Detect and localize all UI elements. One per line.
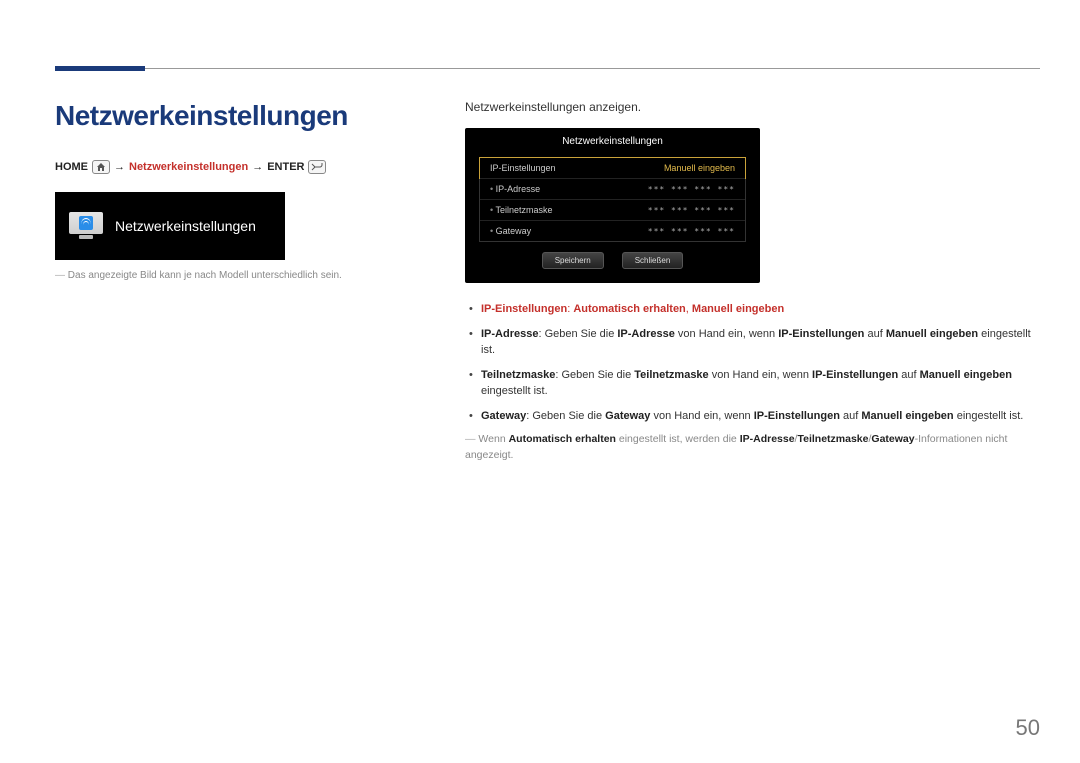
- page-number: 50: [1016, 715, 1040, 741]
- network-monitor-icon: [69, 212, 103, 240]
- breadcrumb-arrow: →: [252, 161, 263, 173]
- page-title: Netzwerkeinstellungen: [55, 100, 425, 132]
- panel-row-label: Gateway: [490, 226, 531, 236]
- page-content: Netzwerkeinstellungen HOME → Netzwerkein…: [55, 100, 1040, 464]
- option: Manuell eingeben: [692, 303, 784, 315]
- description-list: IP-Einstellungen: Automatisch erhalten, …: [465, 301, 1040, 424]
- term: IP-Einstellungen: [481, 303, 567, 315]
- breadcrumb: HOME → Netzwerkeinstellungen → ENTER: [55, 160, 425, 174]
- panel-title: Netzwerkeinstellungen: [465, 136, 760, 153]
- panel-row-label: Teilnetzmaske: [490, 205, 553, 215]
- intro-text: Netzwerkeinstellungen anzeigen.: [465, 100, 1040, 114]
- panel-row-label: IP-Einstellungen: [490, 163, 556, 173]
- list-item: IP-Einstellungen: Automatisch erhalten, …: [465, 301, 1040, 318]
- panel-row-value: *** *** *** ***: [648, 206, 735, 215]
- enter-icon: [308, 160, 326, 174]
- panel-row-ip-settings[interactable]: IP-Einstellungen Manuell eingeben: [479, 157, 746, 179]
- panel-row-value: *** *** *** ***: [648, 227, 735, 236]
- panel-row-subnet[interactable]: Teilnetzmaske *** *** *** ***: [480, 199, 745, 220]
- panel-row-gateway[interactable]: Gateway *** *** *** ***: [480, 220, 745, 241]
- breadcrumb-enter: ENTER: [267, 161, 304, 173]
- section-accent-bar: [55, 66, 145, 71]
- breadcrumb-arrow: →: [114, 161, 125, 173]
- left-footnote: Das angezeigte Bild kann je nach Modell …: [55, 270, 425, 281]
- option: Automatisch erhalten: [573, 303, 685, 315]
- settings-panel: Netzwerkeinstellungen IP-Einstellungen M…: [465, 128, 760, 283]
- list-item: Gateway: Geben Sie die Gateway von Hand …: [465, 408, 1040, 425]
- left-column: Netzwerkeinstellungen HOME → Netzwerkein…: [55, 100, 425, 464]
- term: Gateway: [481, 410, 526, 422]
- top-rule: [55, 68, 1040, 69]
- panel-box: IP-Einstellungen Manuell eingeben IP-Adr…: [479, 157, 746, 242]
- panel-row-value: *** *** *** ***: [648, 185, 735, 194]
- breadcrumb-home: HOME: [55, 161, 88, 173]
- home-icon: [92, 160, 110, 174]
- panel-buttons: Speichern Schließen: [465, 252, 760, 269]
- menu-tile: Netzwerkeinstellungen: [55, 192, 285, 260]
- note-text: Wenn Automatisch erhalten eingestellt is…: [465, 432, 1040, 464]
- panel-row-label: IP-Adresse: [490, 184, 540, 194]
- save-button[interactable]: Speichern: [542, 252, 604, 269]
- close-button[interactable]: Schließen: [622, 252, 684, 269]
- menu-tile-label: Netzwerkeinstellungen: [115, 218, 256, 234]
- breadcrumb-section: Netzwerkeinstellungen: [129, 161, 248, 173]
- term: Teilnetzmaske: [481, 369, 555, 381]
- list-item: IP-Adresse: Geben Sie die IP-Adresse von…: [465, 326, 1040, 359]
- list-item: Teilnetzmaske: Geben Sie die Teilnetzmas…: [465, 367, 1040, 400]
- right-column: Netzwerkeinstellungen anzeigen. Netzwerk…: [465, 100, 1040, 464]
- term: IP-Adresse: [481, 328, 538, 340]
- panel-row-ip-address[interactable]: IP-Adresse *** *** *** ***: [480, 178, 745, 199]
- panel-row-value: Manuell eingeben: [664, 163, 735, 173]
